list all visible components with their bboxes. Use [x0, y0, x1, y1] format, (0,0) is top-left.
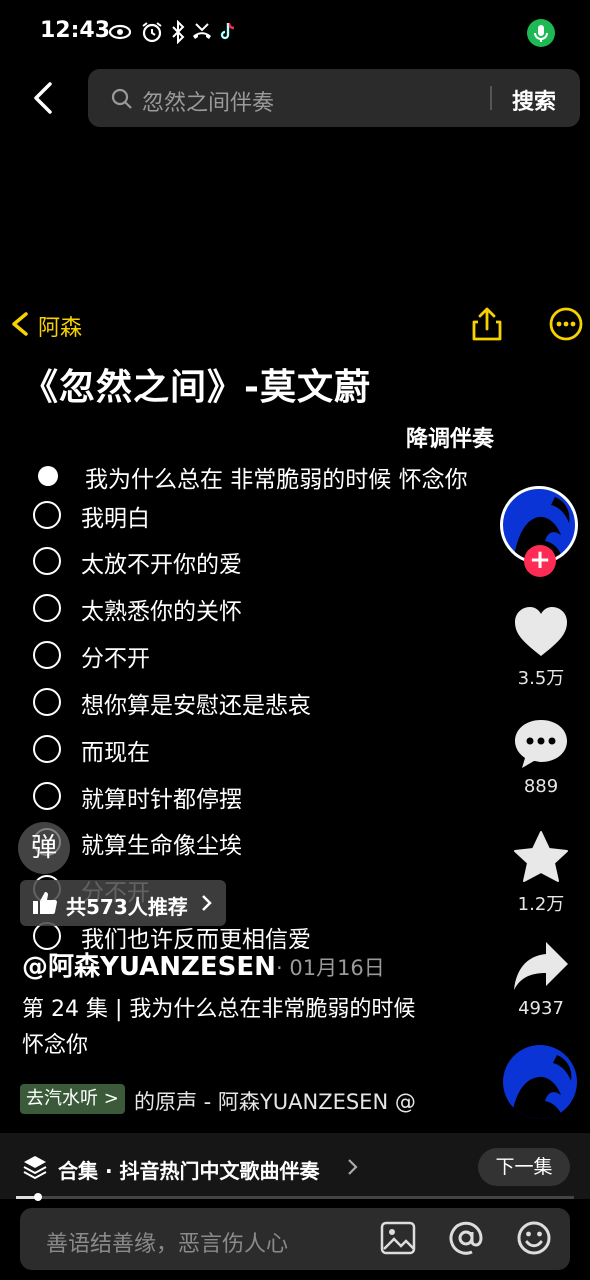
- post-subtitle: 降调伴奏: [406, 427, 495, 452]
- image-icon[interactable]: [380, 1221, 416, 1255]
- share-button[interactable]: 4937: [505, 940, 577, 1019]
- post-title: 《忽然之间》-莫文蔚: [22, 367, 371, 408]
- recommend-text: 共573人推荐: [66, 895, 188, 919]
- lyric-item: 太熟悉你的关怀: [33, 592, 503, 632]
- status-bar: 12:43: [0, 0, 590, 62]
- lyric-item: 我为什么总在 非常脆弱的时候 怀念你: [33, 460, 503, 500]
- search-divider: [490, 86, 492, 110]
- circle-icon: [33, 641, 61, 669]
- layers-icon: [23, 1156, 47, 1180]
- share-icon[interactable]: [470, 306, 504, 342]
- star-icon: [514, 831, 568, 882]
- music-disc[interactable]: [503, 1045, 577, 1119]
- progress-track[interactable]: [16, 1196, 574, 1199]
- circle-icon: [33, 735, 61, 763]
- missed-call-icon: [193, 23, 211, 39]
- lyric-item: 想你算是安慰还是悲哀: [33, 686, 503, 726]
- like-button[interactable]: 3.5万: [505, 606, 577, 690]
- comment-bubble-icon: [515, 720, 567, 768]
- lyric-text: 而现在: [81, 740, 150, 766]
- chevron-right-icon: [202, 895, 212, 911]
- lyric-text: 分不开: [81, 646, 150, 672]
- favorite-count: 1.2万: [517, 894, 565, 915]
- lyric-text: 我为什么总在 非常脆弱的时候 怀念你: [85, 467, 468, 493]
- bullet-dot-icon: [38, 466, 58, 486]
- favorite-button[interactable]: 1.2万: [505, 830, 577, 916]
- share-count: 4937: [518, 998, 564, 1019]
- like-count: 3.5万: [517, 668, 565, 689]
- lyric-text: 太熟悉你的关怀: [81, 599, 242, 625]
- mention-icon[interactable]: [448, 1220, 484, 1256]
- author-handle[interactable]: @阿森YUANZESEN: [22, 946, 276, 983]
- tiktok-icon: [220, 22, 235, 40]
- thumbs-up-icon: [33, 892, 57, 914]
- lyric-text: 就算时针都停摆: [81, 787, 242, 813]
- emoji-icon[interactable]: [516, 1220, 552, 1256]
- mic-indicator-icon: [527, 19, 555, 47]
- circle-icon: [33, 688, 61, 716]
- circle-icon: [33, 501, 61, 529]
- post-date: · 01月16日: [276, 956, 385, 980]
- author-chevron-icon[interactable]: [8, 308, 32, 340]
- search-icon: [111, 88, 132, 109]
- bluetooth-icon: [172, 20, 185, 44]
- search-input[interactable]: 忽然之间伴奏: [142, 85, 274, 117]
- music-credit[interactable]: 的原声 - 阿森YUANZESEN @: [134, 1086, 446, 1116]
- qishui-music-tag[interactable]: 去汽水听 >: [20, 1084, 125, 1114]
- post-description: 第 24 集 | 我为什么总在非常脆弱的时候 怀念你: [22, 997, 416, 1058]
- lyric-text: 太放不开你的爱: [81, 552, 242, 578]
- search-button[interactable]: 搜索: [512, 84, 556, 116]
- lyric-item: 就算生命像尘埃: [33, 826, 503, 866]
- circle-icon: [33, 547, 61, 575]
- collection-title: 合集 · 抖音热门中文歌曲伴奏: [58, 1159, 320, 1183]
- circle-icon: [33, 594, 61, 622]
- next-episode-button[interactable]: 下一集: [478, 1148, 570, 1186]
- lyric-item: 太放不开你的爱: [33, 545, 503, 585]
- eye-icon: [108, 24, 132, 40]
- alarm-icon: [142, 22, 162, 43]
- lyric-text: 想你算是安慰还是悲哀: [81, 693, 311, 719]
- lyric-item: 而现在: [33, 733, 503, 773]
- author-link[interactable]: 阿森: [38, 310, 82, 342]
- share-arrow-icon: [514, 942, 568, 990]
- chevron-right-icon: [348, 1159, 358, 1175]
- lyric-item: 就算时针都停摆: [33, 780, 503, 820]
- more-options-icon[interactable]: [548, 306, 584, 342]
- status-time: 12:43: [40, 18, 111, 43]
- comment-button[interactable]: 889: [505, 718, 577, 797]
- lyric-text: 我明白: [81, 506, 150, 532]
- lyric-text: 就算生命像尘埃: [81, 833, 242, 859]
- lyric-item: 我明白: [33, 499, 503, 539]
- comment-input[interactable]: 善语结善缘，恶言伤人心: [46, 1226, 288, 1258]
- circle-icon: [33, 782, 61, 810]
- lyric-item: 分不开: [33, 639, 503, 679]
- comment-count: 889: [523, 776, 559, 797]
- progress-knob[interactable]: [34, 1193, 42, 1201]
- follow-button[interactable]: +: [524, 545, 556, 577]
- danmaku-button[interactable]: 弹: [18, 822, 70, 874]
- heart-icon: [515, 607, 567, 656]
- back-arrow-icon[interactable]: [28, 80, 60, 116]
